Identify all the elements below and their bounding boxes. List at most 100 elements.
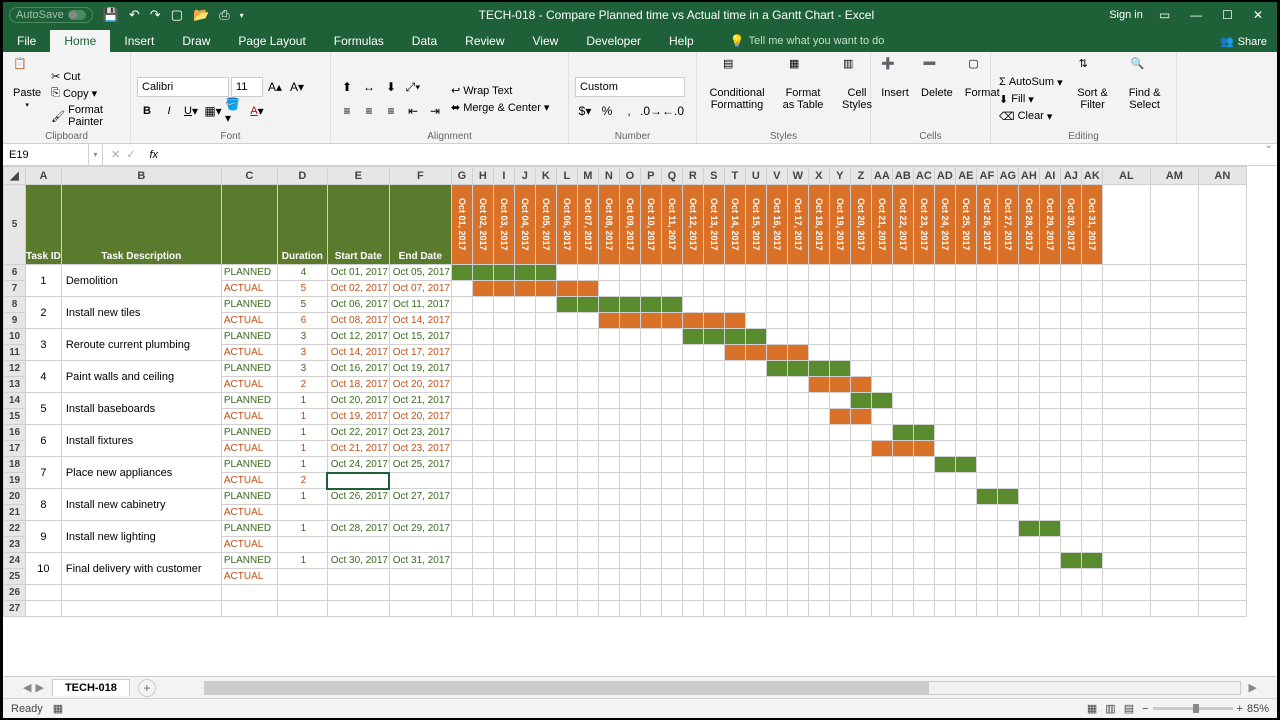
gantt-cell[interactable] (892, 281, 913, 297)
cell[interactable] (535, 601, 556, 617)
gantt-cell[interactable] (640, 569, 661, 585)
gantt-cell[interactable] (955, 441, 976, 457)
col-header[interactable]: AM (1150, 167, 1198, 185)
col-header[interactable]: AC (913, 167, 934, 185)
gantt-cell[interactable] (1039, 361, 1060, 377)
gantt-cell[interactable] (1081, 377, 1102, 393)
gantt-cell[interactable] (871, 361, 892, 377)
gantt-cell[interactable] (766, 393, 787, 409)
gantt-cell[interactable] (787, 393, 808, 409)
gantt-cell[interactable] (997, 345, 1018, 361)
gantt-cell[interactable] (1081, 521, 1102, 537)
gantt-cell[interactable] (745, 537, 766, 553)
sheet-nav-next-icon[interactable]: ▶ (35, 681, 43, 694)
row-header[interactable]: 11 (4, 345, 26, 361)
task-desc[interactable]: Paint walls and ceiling (61, 361, 221, 393)
gantt-cell[interactable] (703, 553, 724, 569)
cell[interactable] (1102, 601, 1150, 617)
gantt-cell[interactable] (556, 553, 577, 569)
row-type[interactable]: ACTUAL (221, 409, 277, 425)
gantt-cell[interactable] (556, 473, 577, 489)
gantt-cell[interactable] (1018, 361, 1039, 377)
gantt-cell[interactable] (640, 329, 661, 345)
gantt-cell[interactable] (493, 329, 514, 345)
gantt-cell[interactable] (661, 553, 682, 569)
gantt-cell[interactable] (745, 393, 766, 409)
cell[interactable] (724, 601, 745, 617)
gantt-cell[interactable] (934, 489, 955, 505)
gantt-cell[interactable] (913, 297, 934, 313)
collapse-ribbon-icon[interactable]: ⌄ (1265, 140, 1273, 151)
gantt-cell[interactable] (661, 441, 682, 457)
gantt-cell[interactable] (892, 537, 913, 553)
row-type[interactable]: ACTUAL (221, 473, 277, 489)
gantt-cell[interactable] (871, 521, 892, 537)
gantt-cell[interactable] (472, 361, 493, 377)
gantt-cell[interactable] (703, 537, 724, 553)
increase-decimal-icon[interactable]: .0→ (641, 101, 661, 121)
row-header[interactable]: 23 (4, 537, 26, 553)
gantt-cell[interactable] (556, 345, 577, 361)
share-button[interactable]: 👥 Share (1210, 31, 1277, 52)
cell[interactable] (913, 601, 934, 617)
gantt-cell[interactable] (556, 457, 577, 473)
gantt-cell[interactable] (787, 345, 808, 361)
gantt-cell[interactable] (682, 521, 703, 537)
gantt-cell[interactable] (1039, 329, 1060, 345)
gantt-cell[interactable] (934, 297, 955, 313)
row-header[interactable]: 22 (4, 521, 26, 537)
gantt-cell[interactable] (451, 345, 472, 361)
new-icon[interactable]: ▢ (171, 7, 183, 23)
gantt-cell[interactable] (787, 553, 808, 569)
row-type[interactable]: ACTUAL (221, 345, 277, 361)
gantt-cell[interactable] (934, 473, 955, 489)
font-size-input[interactable] (231, 77, 263, 97)
duration-cell[interactable] (277, 537, 327, 553)
gantt-cell[interactable] (829, 345, 850, 361)
gantt-cell[interactable] (682, 553, 703, 569)
gantt-cell[interactable] (598, 425, 619, 441)
gantt-cell[interactable] (892, 457, 913, 473)
col-header[interactable]: AA (871, 167, 892, 185)
gantt-cell[interactable] (871, 473, 892, 489)
gantt-cell[interactable] (1018, 473, 1039, 489)
cell[interactable] (26, 601, 62, 617)
cell[interactable] (535, 585, 556, 601)
gantt-cell[interactable] (829, 553, 850, 569)
gantt-cell[interactable] (535, 409, 556, 425)
gantt-cell[interactable] (913, 377, 934, 393)
gantt-cell[interactable] (1060, 329, 1081, 345)
gantt-cell[interactable] (556, 297, 577, 313)
gantt-cell[interactable] (514, 521, 535, 537)
gantt-cell[interactable] (913, 425, 934, 441)
gantt-cell[interactable] (1081, 313, 1102, 329)
gantt-cell[interactable] (535, 313, 556, 329)
gantt-cell[interactable] (1018, 521, 1039, 537)
orientation-icon[interactable]: ⤢▾ (403, 77, 423, 97)
duration-cell[interactable] (277, 569, 327, 585)
cell[interactable] (327, 585, 389, 601)
gantt-cell[interactable] (1060, 409, 1081, 425)
gantt-cell[interactable] (640, 473, 661, 489)
col-header[interactable]: R (682, 167, 703, 185)
gantt-cell[interactable] (1039, 505, 1060, 521)
gantt-cell[interactable] (724, 521, 745, 537)
gantt-cell[interactable] (976, 473, 997, 489)
gantt-cell[interactable] (577, 393, 598, 409)
gantt-cell[interactable] (1060, 281, 1081, 297)
align-right-icon[interactable]: ≡ (381, 101, 401, 121)
gantt-cell[interactable] (451, 265, 472, 281)
gantt-cell[interactable] (850, 329, 871, 345)
gantt-cell[interactable] (850, 377, 871, 393)
gantt-cell[interactable] (493, 473, 514, 489)
gantt-cell[interactable] (556, 537, 577, 553)
duration-cell[interactable]: 5 (277, 281, 327, 297)
end-date-cell[interactable]: Oct 29, 2017 (389, 521, 451, 537)
gantt-cell[interactable] (493, 569, 514, 585)
cell[interactable] (682, 585, 703, 601)
gantt-cell[interactable] (661, 377, 682, 393)
cell[interactable] (577, 585, 598, 601)
gantt-cell[interactable] (934, 409, 955, 425)
gantt-cell[interactable] (472, 569, 493, 585)
gantt-cell[interactable] (1060, 441, 1081, 457)
